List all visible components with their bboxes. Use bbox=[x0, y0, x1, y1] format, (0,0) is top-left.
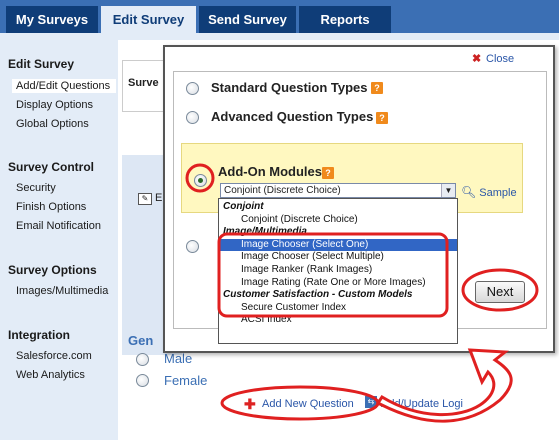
dropdown-option[interactable]: Conjoint (Discrete Choice) bbox=[219, 214, 457, 226]
sidebar-item-images-multimedia[interactable]: Images/Multimedia bbox=[16, 285, 108, 297]
help-icon[interactable]: ? bbox=[322, 167, 334, 179]
dropdown-option[interactable]: Image Rating (Rate One or More Images) bbox=[219, 277, 457, 289]
male-option-label: Male bbox=[164, 351, 193, 366]
close-button[interactable]: ✖ Close bbox=[472, 53, 514, 65]
tab-reports[interactable]: Reports bbox=[299, 6, 391, 33]
sample-label[interactable]: Sample bbox=[479, 187, 516, 199]
edit-label[interactable]: E bbox=[155, 192, 162, 204]
add-update-logic-link[interactable]: Add/Update Logi bbox=[381, 398, 463, 410]
survey-label: Surve bbox=[128, 77, 159, 89]
magnifier-icon[interactable]: 🔍︎ bbox=[461, 185, 476, 199]
sidebar-heading-survey-control: Survey Control bbox=[8, 160, 95, 174]
tab-my-surveys[interactable]: My Surveys bbox=[6, 6, 98, 33]
select-value: Conjoint (Discrete Choice) bbox=[224, 185, 341, 196]
dropdown-option[interactable]: Image Chooser (Select Multiple) bbox=[219, 251, 457, 263]
help-icon[interactable]: ? bbox=[371, 82, 383, 94]
sidebar-item-security[interactable]: Security bbox=[16, 182, 56, 194]
addon-modules-radio[interactable] bbox=[194, 174, 207, 187]
standard-question-radio[interactable] bbox=[186, 82, 199, 95]
edit-icon[interactable]: ✎ bbox=[138, 193, 152, 205]
female-option-label: Female bbox=[164, 373, 208, 388]
l-option-radio[interactable] bbox=[186, 240, 199, 253]
dropdown-option[interactable]: Secure Customer Index bbox=[219, 302, 457, 314]
logic-icon[interactable]: ⇆ bbox=[365, 396, 377, 408]
add-icon[interactable]: ✚ bbox=[244, 396, 256, 413]
addon-modules-label[interactable]: Add-On Modules bbox=[218, 164, 322, 179]
advanced-question-label[interactable]: Advanced Question Types bbox=[211, 109, 373, 124]
sidebar-item-finish-options[interactable]: Finish Options bbox=[16, 201, 86, 213]
sidebar-item-salesforce[interactable]: Salesforce.com bbox=[16, 350, 92, 362]
sidebar-item-email-notification[interactable]: Email Notification bbox=[16, 220, 101, 232]
male-radio[interactable] bbox=[136, 353, 149, 366]
dropdown-option[interactable]: ACSI Index bbox=[219, 314, 457, 326]
tab-send-survey[interactable]: Send Survey bbox=[199, 6, 296, 33]
sidebar-item-display-options[interactable]: Display Options bbox=[16, 99, 93, 111]
sub-bar bbox=[0, 33, 559, 40]
addon-module-select[interactable]: Conjoint (Discrete Choice) ▼ bbox=[220, 183, 456, 198]
dropdown-option[interactable]: Image Ranker (Rank Images) bbox=[219, 264, 457, 276]
dropdown-group-label: Customer Satisfaction - Custom Models bbox=[223, 289, 413, 301]
tab-edit-survey[interactable]: Edit Survey bbox=[101, 6, 196, 33]
sidebar-item-global-options[interactable]: Global Options bbox=[16, 118, 89, 130]
close-label[interactable]: Close bbox=[486, 53, 514, 65]
female-radio[interactable] bbox=[136, 374, 149, 387]
sidebar-heading-integration: Integration bbox=[8, 328, 70, 342]
dropdown-group-label: Image/Multimedia bbox=[223, 226, 307, 238]
gender-question-heading: Gen bbox=[128, 333, 154, 348]
help-icon[interactable]: ? bbox=[376, 112, 388, 124]
sidebar-heading-edit-survey: Edit Survey bbox=[8, 57, 75, 71]
add-new-question-link[interactable]: Add New Question bbox=[262, 398, 354, 410]
standard-question-label[interactable]: Standard Question Types bbox=[211, 80, 368, 95]
sidebar-heading-survey-options: Survey Options bbox=[8, 263, 97, 277]
addon-module-dropdown[interactable]: Conjoint Conjoint (Discrete Choice) Image/… bbox=[218, 198, 458, 344]
sidebar-item-web-analytics[interactable]: Web Analytics bbox=[16, 369, 85, 381]
sample-link[interactable]: 🔍︎ Sample bbox=[461, 185, 517, 199]
dropdown-group-label: Conjoint bbox=[223, 201, 264, 212]
sidebar-item-add-edit-questions[interactable]: Add/Edit Questions bbox=[12, 79, 116, 93]
dropdown-option[interactable]: Image Chooser (Select One) bbox=[219, 238, 457, 251]
next-button[interactable]: Next bbox=[475, 281, 525, 303]
advanced-question-radio[interactable] bbox=[186, 111, 199, 124]
chevron-down-icon[interactable]: ▼ bbox=[441, 184, 455, 197]
close-icon[interactable]: ✖ bbox=[472, 54, 483, 65]
